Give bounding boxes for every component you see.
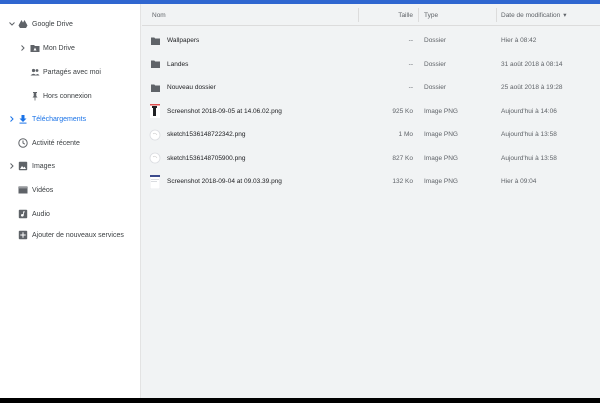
sketch-thumbnail-icon bbox=[149, 123, 161, 147]
file-name: Landes bbox=[167, 60, 189, 68]
drive-icon bbox=[18, 19, 28, 29]
folder-icon bbox=[151, 53, 160, 77]
sketch-thumbnail-icon bbox=[149, 147, 161, 171]
column-header-label: Date de modification bbox=[501, 11, 561, 19]
table-row[interactable]: sketch1536148722342.png 1 Mo Image PNG A… bbox=[142, 123, 600, 147]
sidebar-item-ajouter-services[interactable]: Ajouter de nouveaux services bbox=[0, 225, 141, 245]
sidebar-item-label: Mon Drive bbox=[43, 44, 75, 52]
file-modified: 31 août 2018 à 08:14 bbox=[501, 60, 563, 68]
file-size: 925 Ko bbox=[392, 107, 413, 115]
sort-arrow-icon: ▾ bbox=[563, 12, 567, 19]
column-divider[interactable] bbox=[496, 8, 497, 22]
column-header-label: Nom bbox=[152, 11, 166, 19]
file-modified: Hier à 08:42 bbox=[501, 37, 537, 45]
shared-icon bbox=[30, 67, 40, 77]
file-name: Screenshot 2018-09-04 at 09.03.39.png bbox=[167, 178, 282, 186]
sidebar-item-telechargements[interactable]: Téléchargements bbox=[0, 109, 141, 129]
audio-icon bbox=[18, 209, 28, 219]
file-type: Dossier bbox=[424, 37, 447, 45]
sidebar-item-activite-recente[interactable]: Activité récente bbox=[0, 133, 141, 153]
column-header-modified[interactable]: Date de modification ▾ bbox=[501, 4, 567, 26]
column-header-type[interactable]: Type bbox=[424, 4, 438, 26]
column-header-name[interactable]: Nom bbox=[152, 4, 166, 26]
file-modified: Hier à 09:04 bbox=[501, 178, 537, 186]
sidebar: Google Drive Mon Drive Partagés avec moi… bbox=[0, 4, 141, 398]
chevron-down-icon[interactable] bbox=[8, 20, 16, 28]
file-list-pane: Nom Taille Type Date de modification ▾ W… bbox=[142, 4, 600, 398]
column-divider[interactable] bbox=[418, 8, 419, 22]
file-type: Dossier bbox=[424, 60, 447, 68]
file-modified: Aujourd'hui à 13:58 bbox=[501, 131, 557, 139]
file-modified: Aujourd'hui à 14:06 bbox=[501, 107, 557, 115]
file-size: -- bbox=[408, 37, 413, 45]
file-name: sketch1536148705900.png bbox=[167, 154, 246, 162]
file-modified: 25 août 2018 à 19:28 bbox=[501, 84, 563, 92]
folder-icon bbox=[151, 76, 160, 100]
offline-pin-icon bbox=[30, 91, 40, 101]
recent-icon bbox=[18, 138, 28, 148]
sidebar-item-label: Images bbox=[32, 162, 55, 170]
table-row[interactable]: Landes -- Dossier 31 août 2018 à 08:14 bbox=[142, 53, 600, 77]
files-app-window: Google Drive Mon Drive Partagés avec moi… bbox=[0, 0, 600, 398]
file-type: Image PNG bbox=[424, 154, 458, 162]
sidebar-item-google-drive[interactable]: Google Drive bbox=[0, 14, 141, 34]
videos-icon bbox=[18, 185, 28, 195]
sidebar-item-videos[interactable]: Vidéos bbox=[0, 180, 141, 200]
sidebar-item-partages[interactable]: Partagés avec moi bbox=[0, 62, 141, 82]
sidebar-item-mon-drive[interactable]: Mon Drive bbox=[0, 38, 141, 58]
sidebar-item-audio[interactable]: Audio bbox=[0, 204, 141, 224]
my-drive-icon bbox=[30, 43, 40, 53]
file-type: Dossier bbox=[424, 84, 447, 92]
add-icon bbox=[18, 230, 28, 240]
table-row[interactable]: Screenshot 2018-09-05 at 14.06.02.png 92… bbox=[142, 100, 600, 124]
images-icon bbox=[18, 161, 28, 171]
table-row[interactable]: sketch1536148705900.png 827 Ko Image PNG… bbox=[142, 147, 600, 171]
file-size: 132 Ko bbox=[392, 178, 413, 186]
chevron-right-icon[interactable] bbox=[19, 44, 27, 52]
file-size: 827 Ko bbox=[392, 154, 413, 162]
file-name: Wallpapers bbox=[167, 37, 200, 45]
table-row[interactable]: Screenshot 2018-09-04 at 09.03.39.png 13… bbox=[142, 170, 600, 194]
sidebar-item-hors-connexion[interactable]: Hors connexion bbox=[0, 86, 141, 106]
file-name: Screenshot 2018-09-05 at 14.06.02.png bbox=[167, 107, 282, 115]
screen-bottom-strip bbox=[0, 398, 600, 403]
file-name: Nouveau dossier bbox=[167, 84, 216, 92]
table-row[interactable]: Nouveau dossier -- Dossier 25 août 2018 … bbox=[142, 76, 600, 100]
sidebar-item-label: Vidéos bbox=[32, 186, 54, 194]
file-type: Image PNG bbox=[424, 131, 458, 139]
folder-icon bbox=[151, 29, 160, 53]
sidebar-item-images[interactable]: Images bbox=[0, 156, 141, 176]
column-header-label: Type bbox=[424, 11, 439, 19]
file-modified: Aujourd'hui à 13:58 bbox=[501, 154, 557, 162]
table-row[interactable]: Wallpapers -- Dossier Hier à 08:42 bbox=[142, 29, 600, 53]
file-size: -- bbox=[408, 84, 413, 92]
column-header-label: Taille bbox=[398, 11, 413, 19]
sidebar-item-label: Téléchargements bbox=[32, 115, 87, 123]
sidebar-item-label: Hors connexion bbox=[43, 92, 92, 100]
chevron-right-icon[interactable] bbox=[8, 162, 16, 170]
image-thumbnail-icon bbox=[150, 100, 160, 124]
chevron-right-icon[interactable] bbox=[8, 115, 16, 123]
sidebar-item-label: Audio bbox=[32, 210, 50, 218]
file-name: sketch1536148722342.png bbox=[167, 131, 246, 139]
file-size: 1 Mo bbox=[398, 131, 413, 139]
image-thumbnail-icon bbox=[150, 170, 160, 194]
sidebar-item-label: Partagés avec moi bbox=[43, 68, 101, 76]
download-icon bbox=[18, 114, 28, 124]
file-size: -- bbox=[408, 60, 413, 68]
file-type: Image PNG bbox=[424, 178, 458, 186]
column-header-size[interactable]: Taille bbox=[359, 4, 413, 26]
sidebar-item-label: Activité récente bbox=[32, 139, 80, 147]
sidebar-item-label: Google Drive bbox=[32, 20, 73, 28]
file-type: Image PNG bbox=[424, 107, 458, 115]
file-list-header: Nom Taille Type Date de modification ▾ bbox=[142, 4, 600, 26]
sidebar-item-label: Ajouter de nouveaux services bbox=[32, 231, 124, 239]
